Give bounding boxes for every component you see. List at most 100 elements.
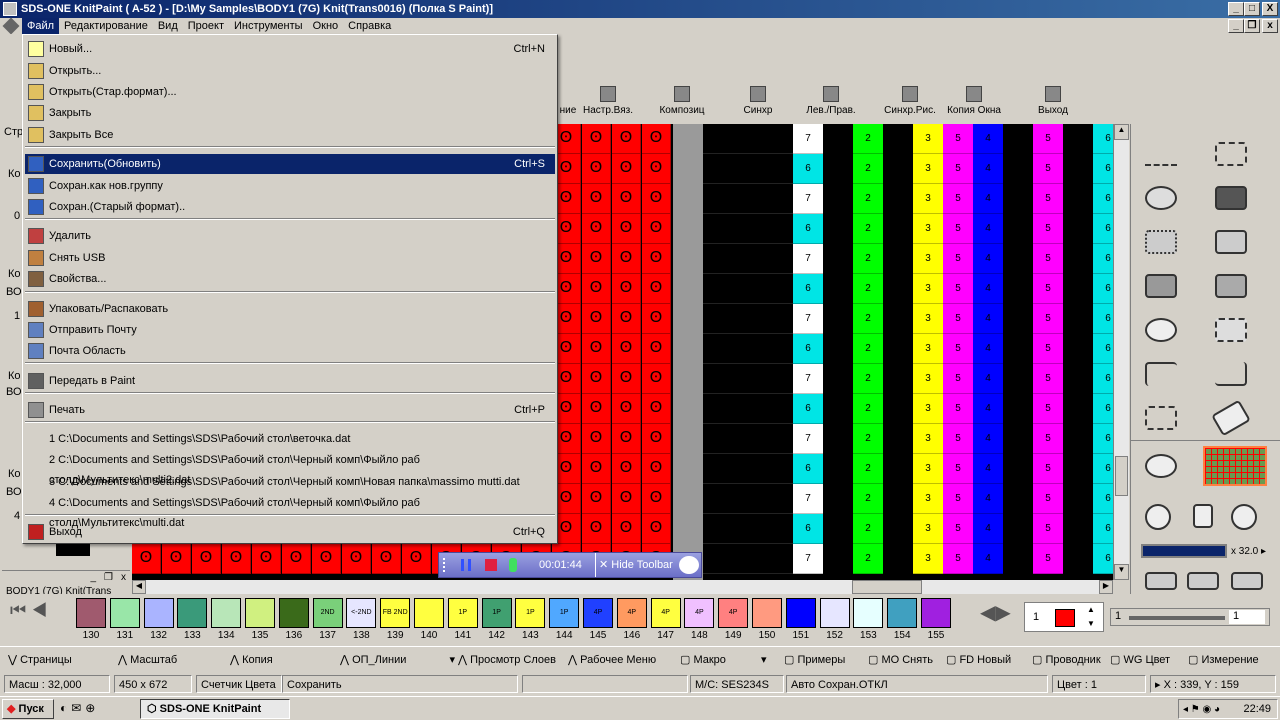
grid-cell[interactable]: 4 — [973, 334, 1003, 364]
menu-item-pack-unpack[interactable]: Упаковать/Распаковать — [25, 299, 555, 319]
knit-stitch-cell[interactable]: ʘ — [612, 334, 641, 364]
grid-cell[interactable]: 3 — [913, 214, 943, 244]
mini-minimize[interactable]: _ — [90, 572, 96, 583]
knit-stitch-cell[interactable]: ʘ — [162, 544, 191, 574]
knit-stitch-cell[interactable]: ʘ — [612, 424, 641, 454]
color-swatch[interactable] — [76, 598, 106, 628]
grid-cell[interactable]: 2 — [853, 334, 883, 364]
grid-cell[interactable]: 7 — [793, 544, 823, 574]
grid-cell[interactable]: 6 — [1093, 154, 1113, 184]
grid-cell[interactable]: 2 — [853, 514, 883, 544]
start-button[interactable]: ◆ Пуск — [2, 699, 54, 719]
mo-remove-button[interactable]: ▢ МО Снять — [868, 653, 933, 666]
menu-item-open-old-format[interactable]: Открыть(Стар.формат)... — [25, 82, 555, 102]
corner-arrow-tool-2[interactable] — [1209, 356, 1253, 392]
grid-cell[interactable]: 2 — [853, 154, 883, 184]
knit-stitch-cell[interactable]: ʘ — [582, 484, 611, 514]
color-swatch[interactable]: 4P — [616, 598, 647, 628]
knit-stitch-cell[interactable]: ʘ — [582, 124, 611, 154]
color-swatch[interactable]: 4P — [583, 598, 613, 628]
menu-item-transfer-to-paint[interactable]: Передать в Paint — [25, 371, 555, 391]
color-swatch[interactable]: 1P — [549, 598, 580, 628]
grid-cell[interactable]: 5 — [1033, 214, 1063, 244]
grid-cell[interactable]: 5 — [1033, 394, 1063, 424]
menu-view[interactable]: Вид — [153, 18, 183, 34]
grid-cell[interactable]: 5 — [943, 124, 973, 154]
knit-stitch-cell[interactable]: ʘ — [642, 364, 671, 394]
toolbar-button[interactable]: ние — [558, 84, 578, 122]
knit-stitch-cell[interactable]: ʘ — [372, 544, 401, 574]
menu-file[interactable]: Файл — [22, 18, 60, 34]
record-icon[interactable] — [509, 558, 517, 572]
grid-cell[interactable]: 3 — [913, 274, 943, 304]
color-swatch[interactable]: 1P — [481, 598, 512, 628]
knit-stitch-cell[interactable]: ʘ — [312, 544, 341, 574]
menu-item-save-old-format[interactable]: Сохран.(Старый формат).. — [25, 197, 555, 217]
grid-cell[interactable]: 6 — [1093, 244, 1113, 274]
examples-button[interactable]: ▢ Примеры — [784, 653, 845, 666]
grid-cell[interactable]: 5 — [1033, 274, 1063, 304]
knit-stitch-cell[interactable]: ʘ — [612, 514, 641, 544]
grid-cell[interactable]: 3 — [913, 544, 943, 574]
stop-icon[interactable] — [485, 559, 497, 571]
left-right-button[interactable]: Лев./Прав. — [802, 84, 860, 122]
color-swatch[interactable] — [853, 598, 884, 628]
knit-stitch-cell[interactable]: ʘ — [642, 424, 671, 454]
menu-item-close[interactable]: Закрыть — [25, 103, 555, 123]
color-swatch[interactable] — [177, 598, 208, 628]
select-frame-tool[interactable] — [1139, 400, 1183, 436]
move-tool[interactable] — [1181, 498, 1225, 534]
grid-cell[interactable]: 3 — [913, 124, 943, 154]
color-swatch[interactable] — [921, 598, 951, 628]
grid-cell[interactable]: 6 — [1093, 514, 1113, 544]
doc-close-button[interactable]: x — [1262, 19, 1278, 33]
knit-stitch-cell[interactable]: ʘ — [582, 334, 611, 364]
knit-stitch-cell[interactable]: ʘ — [642, 244, 671, 274]
palette-prev-arrows-icon[interactable]: ⏮ ◀ — [10, 600, 70, 626]
menu-edit[interactable]: Редактирование — [59, 18, 153, 34]
grid-cell[interactable]: 6 — [1093, 484, 1113, 514]
knit-stitch-cell[interactable]: ʘ — [642, 214, 671, 244]
grid-cell[interactable]: 3 — [913, 424, 943, 454]
fd-new-button[interactable]: ▢ FD Новый — [946, 653, 1011, 666]
grid-horizontal-scrollbar[interactable]: ◀ ▶ — [132, 580, 1113, 594]
grid-cell[interactable]: 5 — [1033, 514, 1063, 544]
grid-cell[interactable]: 6 — [1093, 544, 1113, 574]
knit-stitch-cell[interactable]: ʘ — [582, 304, 611, 334]
menu-item-open[interactable]: Открыть... — [25, 61, 555, 81]
color-swatch[interactable]: 1P — [515, 598, 546, 628]
knit-stitch-cell[interactable]: ʘ — [642, 484, 671, 514]
color-swatch[interactable] — [414, 598, 444, 628]
text-line-tool[interactable] — [1139, 136, 1183, 172]
knit-stitch-cell[interactable]: ʘ — [612, 124, 641, 154]
color-swatch[interactable]: <-2ND — [346, 598, 377, 628]
sync-button[interactable]: Синхр — [734, 84, 782, 122]
grid-cell[interactable]: 4 — [973, 454, 1003, 484]
knit-stitch-cell[interactable]: ʘ — [612, 394, 641, 424]
grid-vertical-scrollbar[interactable]: ▲ ▼ — [1113, 124, 1129, 580]
grid-cell[interactable]: 6 — [793, 394, 823, 424]
grid-cell[interactable]: 6 — [1093, 454, 1113, 484]
grid-cell[interactable]: 3 — [913, 484, 943, 514]
grid-cell[interactable]: 6 — [1093, 274, 1113, 304]
menu-item-recent-file-3[interactable]: 3 C:\Documents and Settings\SDS\Рабочий … — [25, 472, 555, 492]
op-lines-button[interactable]: ⋀ ОП_Линии ▾ — [340, 653, 455, 666]
menu-item-delete[interactable]: Удалить — [25, 226, 555, 246]
grid-cell[interactable]: 6 — [1093, 364, 1113, 394]
knit-stitch-cell[interactable]: ʘ — [642, 334, 671, 364]
grid-cell[interactable]: 5 — [1033, 424, 1063, 454]
grid-cell[interactable]: 7 — [793, 124, 823, 154]
knit-stitch-cell[interactable]: ʘ — [642, 514, 671, 544]
grid-cell[interactable]: 4 — [973, 364, 1003, 394]
knit-stitch-cell[interactable]: ʘ — [582, 364, 611, 394]
vertical-scroll-thumb[interactable] — [1115, 456, 1128, 496]
menu-window[interactable]: Окно — [308, 18, 344, 34]
grid-cell[interactable]: 3 — [913, 514, 943, 544]
knit-stitch-cell[interactable]: ʘ — [612, 184, 641, 214]
knit-stitch-cell[interactable]: ʘ — [582, 514, 611, 544]
knit-stitch-cell[interactable]: ʘ — [642, 274, 671, 304]
menu-item-recent-file-1[interactable]: 1 C:\Documents and Settings\SDS\Рабочий … — [25, 429, 555, 449]
corner-arrow-tool[interactable] — [1139, 356, 1183, 392]
grid-cell[interactable]: 4 — [973, 394, 1003, 424]
knit-stitch-cell[interactable]: ʘ — [282, 544, 311, 574]
